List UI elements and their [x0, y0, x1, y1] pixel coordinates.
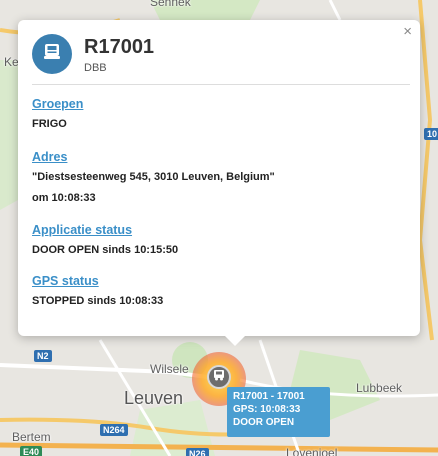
section-applicatie-status: Applicatie status DOOR OPEN sinds 10:15:… — [32, 223, 178, 256]
popup-header: R17001 DBB — [32, 34, 406, 78]
vehicle-badge — [32, 34, 72, 74]
popup-tail — [224, 335, 246, 346]
map-label-wilsele: Wilsele — [150, 362, 189, 376]
vehicle-label-gps: GPS: 10:08:33 — [233, 404, 301, 415]
map-label-leuven: Leuven — [124, 388, 184, 408]
divider — [32, 84, 410, 85]
vehicle-marker[interactable] — [207, 365, 231, 389]
map-label-sennek: Sennek — [150, 0, 191, 9]
route-shield-n2: N2 — [34, 350, 52, 362]
vehicle-subtitle: DBB — [84, 62, 107, 74]
section-value-adres: "Diestsesteenweg 545, 3010 Leuven, Belgi… — [32, 171, 275, 183]
truck-icon — [212, 368, 226, 387]
section-title-adres[interactable]: Adres — [32, 150, 275, 164]
route-shield-n26: N26 — [186, 448, 209, 456]
map-label-partial-left: Ke — [4, 55, 19, 69]
map-label-lovenjoel: Lovenjoel — [286, 446, 338, 456]
section-value-applicatie-status: DOOR OPEN sinds 10:15:50 — [32, 244, 179, 256]
vehicle-info-popup: × R17001 DBB Groepen FRIGO Adres "Diests… — [18, 20, 420, 346]
map-label-bertem: Bertem — [12, 430, 51, 444]
map-label-lubbeek: Lubbeek — [356, 381, 403, 395]
section-title-groepen[interactable]: Groepen — [32, 97, 83, 111]
section-gps-status: GPS status STOPPED sinds 10:08:33 — [32, 274, 163, 307]
vehicle-label-status: DOOR OPEN — [233, 417, 295, 428]
section-title-applicatie-status[interactable]: Applicatie status — [32, 223, 178, 237]
route-shield-e40: E40 — [20, 446, 43, 456]
truck-icon — [41, 41, 63, 68]
section-groepen: Groepen FRIGO — [32, 97, 83, 130]
section-value-groepen: FRIGO — [32, 118, 67, 130]
section-value-gps-status: STOPPED sinds 10:08:33 — [32, 295, 164, 307]
section-title-gps-status[interactable]: GPS status — [32, 274, 163, 288]
vehicle-label-name: R17001 - 17001 — [233, 391, 305, 402]
section-adres: Adres "Diestsesteenweg 545, 3010 Leuven,… — [32, 150, 275, 204]
vehicle-label[interactable]: R17001 - 17001 GPS: 10:08:33 DOOR OPEN — [227, 387, 330, 437]
vehicle-title: R17001 — [84, 36, 155, 58]
route-shield-partial: 10 — [424, 128, 438, 140]
section-value-adres-time: om 10:08:33 — [32, 192, 96, 204]
route-shield-n264: N264 — [100, 424, 128, 436]
